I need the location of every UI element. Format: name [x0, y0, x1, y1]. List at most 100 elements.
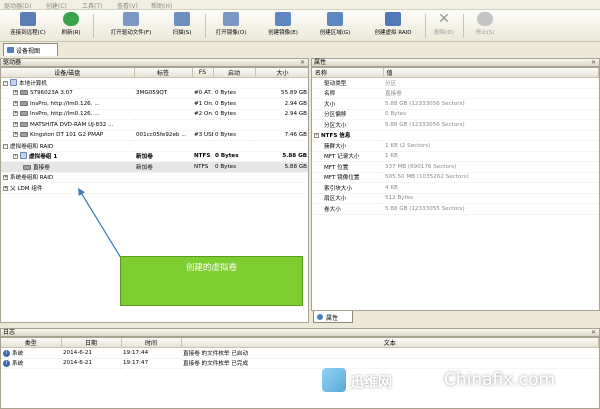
col-fs[interactable]: FS: [192, 68, 214, 78]
expand-icon[interactable]: +: [13, 121, 18, 127]
refresh-icon: [63, 12, 79, 26]
device-name: 直接卷: [33, 164, 50, 171]
expand-icon[interactable]: +: [3, 175, 8, 181]
cell-start: 0 Bytes: [213, 88, 255, 99]
toolbar: 连接到远程(C) 刷新(R) 打开驱动文件(F) 扫描(S) 打开镜像(O) 创…: [0, 10, 600, 42]
cell-label: 001cc05fe92eb ...: [134, 130, 192, 141]
collapse-icon[interactable]: -: [13, 154, 18, 160]
scan-button[interactable]: 扫描(S): [167, 12, 197, 40]
table-row[interactable]: + InsPro, http://lm0.126. ... #2 On...0 By…: [1, 109, 308, 120]
log-panel-header: 日志 ✕: [0, 328, 600, 337]
property-row[interactable]: 驱动类型 分区: [312, 77, 599, 89]
cell-size: 2.94 GB: [255, 109, 308, 120]
menu-help[interactable]: 帮助(H): [151, 1, 172, 10]
expand-icon[interactable]: +: [13, 100, 18, 106]
property-row[interactable]: 分区大小 5.88 GB (12333056 Sectors): [312, 119, 599, 131]
menu-tools[interactable]: 工具(T): [82, 1, 102, 10]
property-row[interactable]: 分区偏移 0 Bytes: [312, 109, 599, 120]
cell-fs: NTFS: [192, 161, 213, 173]
col-size[interactable]: 大小: [255, 68, 308, 78]
table-row[interactable]: + ST96023A 3.07 3MG059QT#0 AT...0 Bytes55.…: [1, 88, 308, 99]
menu-bar: 驱动器(D) 创建(C) 工具(T) 查看(V) 帮助(H): [0, 0, 600, 10]
property-name: 索引块大小: [312, 182, 383, 194]
cell-log-type: i 系统: [1, 358, 61, 369]
table-row[interactable]: 直接卷 新加卷 NTFS 0 Bytes 5.88 GB: [1, 161, 308, 173]
cell-fs: NTFS: [192, 151, 213, 162]
open-image-icon: [223, 12, 239, 26]
log-row[interactable]: i 系统 2014-6-21 19:17:44 直接卷 的文件枚举 已启动: [1, 347, 599, 359]
create-virtual-raid-button[interactable]: 创建虚拟 RAID: [367, 12, 419, 40]
property-row[interactable]: 簇群大小 1 KB (2 Sectors): [312, 140, 599, 152]
cell-size: [255, 77, 308, 89]
property-value: 1 KB: [383, 151, 599, 162]
delete-icon: ✕: [438, 11, 450, 27]
property-row[interactable]: MFT 位置 337 MB (690176 Sectors): [312, 161, 599, 173]
col-name[interactable]: 名称: [312, 68, 384, 78]
expand-icon[interactable]: +: [13, 132, 18, 138]
property-name: 驱动类型: [312, 77, 383, 89]
open-drive-file-button[interactable]: 打开驱动文件(F): [103, 12, 159, 40]
table-row[interactable]: + InsPro, http://lm0.126. ... #1 On...0 By…: [1, 98, 308, 110]
close-icon[interactable]: ✕: [591, 59, 596, 67]
property-row[interactable]: MFT 记录大小 1 KB: [312, 151, 599, 162]
drive-icon: [20, 90, 28, 96]
collapse-icon[interactable]: -: [3, 143, 8, 149]
table-row[interactable]: + MATSHITA DVD-RAM UJ-832 ...: [1, 119, 308, 131]
cell-log-text: 直接卷 的文件枚举 已启动: [181, 347, 599, 359]
property-row[interactable]: MFT 镜像位置 505.50 MB (1035262 Sectors): [312, 172, 599, 183]
property-row[interactable]: 扇区大小 512 Bytes: [312, 193, 599, 204]
stop-button[interactable]: 停止(S): [470, 12, 500, 40]
property-value: 直接卷: [383, 88, 599, 99]
property-row[interactable]: 索引块大小 4 KB: [312, 182, 599, 194]
property-row[interactable]: 名称 直接卷: [312, 88, 599, 99]
stop-icon: [477, 12, 493, 26]
col-log-type[interactable]: 类型: [1, 338, 62, 348]
menu-create[interactable]: 创建(C): [46, 1, 67, 10]
property-name: 扇区大小: [312, 193, 383, 204]
cell-start: 0 Bytes: [213, 130, 255, 141]
col-start[interactable]: 启动: [213, 68, 256, 78]
props-panel-header: 属性 ✕: [311, 58, 600, 67]
table-row[interactable]: - 虚拟卷组 1 新加卷 NTFS 0 Bytes 5.88 GB: [1, 151, 308, 162]
expand-icon[interactable]: +: [3, 185, 8, 191]
table-row[interactable]: - 虚拟卷组和 RAID: [1, 140, 308, 152]
collapse-icon[interactable]: -: [314, 133, 319, 139]
col-log-text[interactable]: 文本: [181, 338, 599, 348]
property-value: 5.88 GB (12333055 Sectors): [383, 203, 599, 215]
cell-start: 0 Bytes: [213, 109, 255, 120]
col-device[interactable]: 设备/磁盘: [1, 68, 135, 78]
log-row[interactable]: i 系统 2014-6-21 19:17:47 直接卷 的文件枚举 已完成: [1, 358, 599, 369]
property-row[interactable]: 卷大小 5.88 GB (12333055 Sectors): [312, 203, 599, 215]
col-log-time[interactable]: 时间: [121, 338, 182, 348]
property-name: 卷大小: [312, 203, 383, 215]
property-row[interactable]: - NTFS 信息: [312, 130, 599, 141]
property-row[interactable]: 大小 5.88 GB (12333056 Sectors): [312, 98, 599, 110]
cell-start: 0 Bytes: [213, 98, 255, 110]
menu-view[interactable]: 查看(V): [117, 1, 138, 10]
collapse-icon[interactable]: -: [3, 80, 8, 86]
col-log-date[interactable]: 日期: [61, 338, 122, 348]
create-image-button[interactable]: 创建镜像(E): [262, 12, 304, 40]
col-label[interactable]: 标签: [134, 68, 193, 78]
cell-size: 5.88 GB: [255, 151, 308, 162]
create-region-button[interactable]: 创建区域(G): [314, 12, 356, 40]
tab-device-view[interactable]: 设备视图: [3, 43, 58, 56]
cell-start: [213, 140, 255, 152]
toolbar-separator: [205, 14, 206, 38]
table-row[interactable]: - 本地计算机: [1, 77, 308, 89]
expand-icon[interactable]: +: [13, 90, 18, 96]
close-icon[interactable]: ✕: [591, 329, 596, 337]
delete-button[interactable]: ✕ 删除(D): [429, 12, 459, 40]
table-row[interactable]: + 父 LDM 组件: [1, 182, 308, 194]
menu-drive[interactable]: 驱动器(D): [4, 1, 31, 10]
remote-connect-button[interactable]: 连接到远程(C): [4, 12, 52, 40]
col-value[interactable]: 值: [383, 68, 599, 78]
open-image-button[interactable]: 打开镜像(O): [210, 12, 252, 40]
close-icon[interactable]: ✕: [300, 59, 305, 67]
expand-icon[interactable]: +: [13, 111, 18, 117]
table-row[interactable]: + Kingston DT 101 G2 PMAP 001cc05fe92eb ..…: [1, 130, 308, 141]
table-row[interactable]: + 系统卷组和 RAID: [1, 172, 308, 183]
drive-icon: [20, 132, 28, 138]
tab-properties[interactable]: 属性: [313, 311, 353, 323]
refresh-button[interactable]: 刷新(R): [58, 12, 84, 40]
